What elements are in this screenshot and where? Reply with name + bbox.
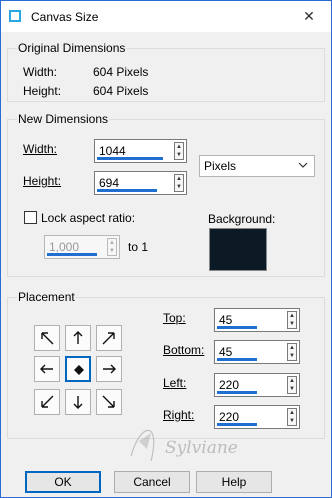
anchor-top-center[interactable] [65, 325, 91, 351]
width-slider-bar[interactable] [97, 157, 163, 160]
original-width-value: 604 Pixels [93, 65, 149, 79]
sylviane-watermark: Sylviane [130, 429, 238, 462]
anchor-bottom-left[interactable] [34, 389, 60, 415]
close-button[interactable]: ✕ [287, 1, 331, 32]
placement-label: Placement [17, 290, 76, 304]
bottom-slider-bar[interactable] [217, 358, 257, 361]
chevron-down-icon [298, 162, 308, 168]
bottom-arrows[interactable]: ▲ ▼ [287, 343, 297, 361]
arrow-up-right-icon [102, 332, 115, 345]
anchor-middle-right[interactable] [96, 356, 122, 382]
new-dimensions-label: New Dimensions [17, 112, 110, 126]
units-dropdown[interactable]: Pixels [199, 155, 315, 177]
top-label: Top: [163, 311, 186, 325]
window-title: Canvas Size [31, 10, 99, 24]
width-input[interactable]: 1044 [99, 144, 126, 158]
bottom-input[interactable]: 45 [219, 345, 232, 359]
aspect-ratio-bar [47, 253, 97, 256]
anchor-top-left[interactable] [34, 325, 60, 351]
bottom-label: Bottom: [163, 343, 205, 357]
title-bar: Canvas Size ✕ [1, 1, 331, 32]
top-slider-bar[interactable] [217, 326, 257, 329]
arrow-right-icon [103, 364, 116, 374]
anchor-top-right[interactable] [96, 325, 122, 351]
top-spinner[interactable]: 45 ▲ ▼ [214, 308, 300, 332]
arrow-left-icon [40, 364, 53, 374]
height-input[interactable]: 694 [99, 176, 119, 190]
anchor-center[interactable] [65, 356, 91, 382]
top-input[interactable]: 45 [219, 313, 232, 327]
bottom-spinner[interactable]: 45 ▲ ▼ [214, 340, 300, 364]
ok-button[interactable]: OK [25, 471, 101, 493]
width-spinner[interactable]: 1044 ▲ ▼ [94, 139, 187, 163]
arrow-up-icon [73, 331, 83, 344]
canvas-size-dialog: Canvas Size ✕ Original Dimensions Width:… [0, 0, 332, 498]
original-dimensions-label: Original Dimensions [17, 41, 127, 55]
left-arrows[interactable]: ▲ ▼ [287, 376, 297, 394]
left-spinner[interactable]: 220 ▲ ▼ [214, 373, 300, 397]
original-height-label: Height: [23, 84, 62, 98]
background-label: Background: [208, 212, 276, 226]
left-slider-bar[interactable] [217, 391, 257, 394]
cancel-button[interactable]: Cancel [114, 471, 190, 493]
left-label: Left: [163, 376, 187, 390]
arrow-up-left-icon [41, 332, 54, 345]
help-button[interactable]: Help [196, 471, 272, 493]
lock-aspect-checkbox[interactable] [24, 211, 37, 224]
app-icon [9, 10, 21, 22]
aspect-ratio-input[interactable]: 1,000 [49, 240, 79, 254]
original-height-value: 604 Pixels [93, 84, 149, 98]
anchor-bottom-right[interactable] [96, 389, 122, 415]
background-color-swatch[interactable] [209, 228, 267, 271]
height-arrows[interactable]: ▲ ▼ [174, 174, 184, 192]
units-value: Pixels [204, 159, 237, 173]
arrow-down-left-icon [41, 395, 54, 408]
anchor-bottom-center[interactable] [65, 389, 91, 415]
height-spinner[interactable]: 694 ▲ ▼ [94, 171, 187, 195]
height-slider-bar[interactable] [97, 189, 157, 192]
top-arrows[interactable]: ▲ ▼ [287, 311, 297, 329]
left-input[interactable]: 220 [219, 378, 239, 392]
width-arrows[interactable]: ▲ ▼ [174, 142, 184, 160]
lock-aspect-label: Lock aspect ratio: [41, 211, 136, 225]
new-width-label: Width: [23, 142, 58, 156]
aspect-ratio-arrows[interactable]: ▲ ▼ [107, 238, 117, 256]
right-arrows[interactable]: ▲ ▼ [287, 408, 297, 426]
aspect-ratio-spinner[interactable]: 1,000 ▲ ▼ [44, 235, 120, 259]
arrow-down-icon [73, 396, 83, 409]
arrow-down-right-icon [102, 395, 115, 408]
center-diamond-icon [74, 365, 84, 375]
new-height-label: Height: [23, 174, 62, 188]
anchor-middle-left[interactable] [34, 356, 60, 382]
ratio-suffix-label: to 1 [128, 240, 149, 254]
watermark-text: Sylviane [165, 438, 238, 458]
original-width-label: Width: [23, 65, 58, 79]
